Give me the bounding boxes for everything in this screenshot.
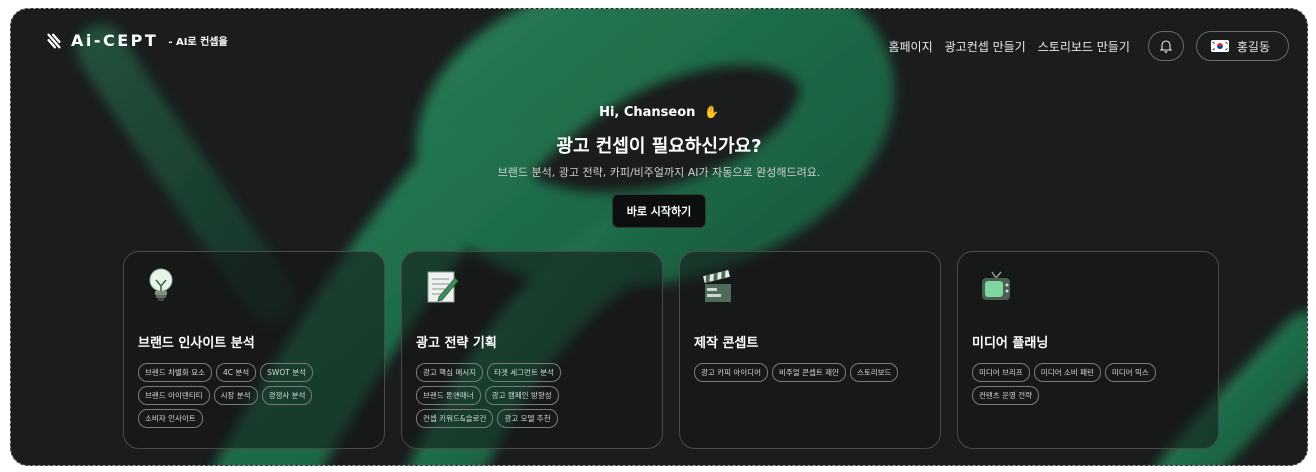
logo-tagline: - AI로 컨셉을 bbox=[168, 37, 228, 48]
tag[interactable]: 광고 핵심 메시지 bbox=[416, 363, 484, 382]
tag[interactable]: 미디어 브리프 bbox=[972, 363, 1030, 382]
tag[interactable]: 브랜드 아이덴티티 bbox=[138, 386, 210, 405]
hero-headline: 광고 컨셉이 필요하신가요? bbox=[556, 136, 762, 157]
memo-icon bbox=[427, 271, 459, 303]
tag-list: 광고 카피 아이디어 비주얼 콘셉트 제안 스토리보드 bbox=[694, 363, 904, 382]
tag[interactable]: 브랜드 차별화 요소 bbox=[138, 363, 212, 382]
user-menu-button[interactable]: 홍길동 bbox=[1195, 31, 1289, 61]
tag[interactable]: 광고 모델 추천 bbox=[497, 409, 558, 428]
greeting-text: Hi, Chanseon bbox=[599, 105, 696, 120]
tag-list: 광고 핵심 메시지 타겟 세그먼트 분석 브랜드 톤앤매너 광고 캠페인 방향성… bbox=[416, 363, 626, 428]
hero-section: Hi, Chanseon ✋ 광고 컨셉이 필요하신가요? 브랜드 분석, 광고… bbox=[11, 105, 1307, 228]
tag[interactable]: 비주얼 콘셉트 제안 bbox=[771, 363, 846, 382]
card-title: 브랜드 인사이트 분석 bbox=[138, 336, 255, 351]
hero-subline: 브랜드 분석, 광고 전략, 카피/비주얼까지 AI가 자동으로 완성해드려요. bbox=[497, 166, 821, 179]
user-name: 홍길동 bbox=[1236, 39, 1270, 54]
lightbulb-icon bbox=[149, 268, 173, 301]
bell-icon bbox=[1159, 40, 1173, 53]
card-ad-strategy[interactable]: 광고 전략 기획 광고 핵심 메시지 타겟 세그먼트 분석 브랜드 톤앤매너 광… bbox=[401, 251, 663, 449]
brand-logo[interactable]: Ai-CEPT - AI로 컨셉을 bbox=[45, 31, 228, 50]
card-title: 광고 전략 기획 bbox=[416, 336, 497, 351]
card-media-planning[interactable]: 미디어 플래닝 미디어 브리프 미디어 소비 패턴 미디어 믹스 컨텐츠 운영 … bbox=[957, 251, 1219, 449]
korea-flag-icon bbox=[1210, 40, 1229, 52]
tag[interactable]: 미디어 소비 패턴 bbox=[1033, 363, 1101, 382]
television-icon bbox=[982, 271, 1010, 300]
nav-link-ad-concept[interactable]: 광고컨셉 만들기 bbox=[945, 38, 1026, 55]
app-window: Ai-CEPT - AI로 컨셉을 홈페이지 광고컨셉 만들기 스토리보드 만들… bbox=[10, 8, 1308, 466]
tag[interactable]: SWOT 분석 bbox=[260, 363, 314, 382]
tag[interactable]: 컨셉 키워드&슬로건 bbox=[416, 409, 494, 428]
start-button[interactable]: 바로 시작하기 bbox=[611, 194, 707, 228]
waving-hand-icon: ✋ bbox=[703, 105, 719, 119]
nav-link-home[interactable]: 홈페이지 bbox=[888, 38, 932, 55]
tag[interactable]: 소비자 인사이트 bbox=[138, 409, 203, 428]
card-brand-insight[interactable]: 브랜드 인사이트 분석 브랜드 차별화 요소 4C 분석 SWOT 분석 브랜드… bbox=[123, 251, 385, 449]
tag[interactable]: 시장 분석 bbox=[213, 386, 258, 405]
greeting: Hi, Chanseon ✋ bbox=[11, 105, 1307, 120]
tag[interactable]: 미디어 믹스 bbox=[1104, 363, 1156, 382]
card-production-concept[interactable]: 제작 콘셉트 광고 카피 아이디어 비주얼 콘셉트 제안 스토리보드 bbox=[679, 251, 941, 449]
notification-button[interactable] bbox=[1147, 31, 1184, 61]
tag[interactable]: 컨텐츠 운영 전략 bbox=[972, 386, 1040, 405]
card-title: 미디어 플래닝 bbox=[972, 336, 1049, 351]
tag[interactable]: 브랜드 톤앤매너 bbox=[416, 386, 481, 405]
clapperboard-icon bbox=[703, 269, 731, 302]
tag[interactable]: 타겟 세그먼트 분석 bbox=[487, 363, 562, 382]
feature-cards: 브랜드 인사이트 분석 브랜드 차별화 요소 4C 분석 SWOT 분석 브랜드… bbox=[123, 251, 1219, 449]
tag[interactable]: 경쟁사 분석 bbox=[261, 386, 313, 405]
tag[interactable]: 스토리보드 bbox=[849, 363, 899, 382]
tag[interactable]: 광고 캠페인 방향성 bbox=[484, 386, 559, 405]
tag[interactable]: 광고 카피 아이디어 bbox=[694, 363, 768, 382]
card-title: 제작 콘셉트 bbox=[694, 336, 759, 351]
tag[interactable]: 4C 분석 bbox=[215, 363, 257, 382]
logo-icon bbox=[47, 33, 61, 48]
top-nav: 홈페이지 광고컨셉 만들기 스토리보드 만들기 홍길동 bbox=[888, 31, 1289, 61]
tag-list: 브랜드 차별화 요소 4C 분석 SWOT 분석 브랜드 아이덴티티 시장 분석… bbox=[138, 363, 348, 428]
tag-list: 미디어 브리프 미디어 소비 패턴 미디어 믹스 컨텐츠 운영 전략 bbox=[972, 363, 1182, 405]
logo-text: Ai-CEPT bbox=[71, 31, 159, 50]
nav-link-storyboard[interactable]: 스토리보드 만들기 bbox=[1038, 38, 1130, 55]
